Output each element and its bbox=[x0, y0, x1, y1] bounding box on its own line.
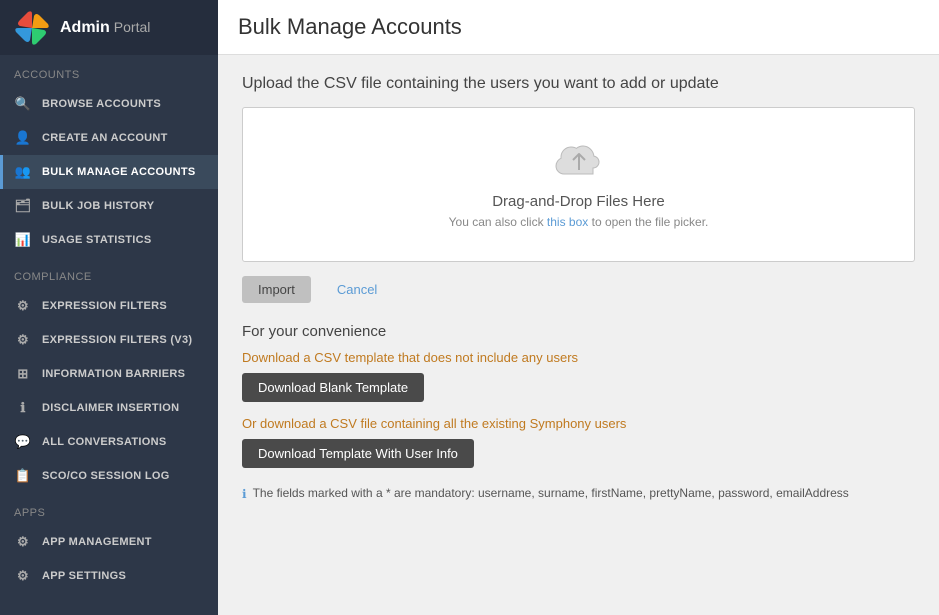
brand-admin: Admin bbox=[60, 19, 110, 37]
sidebar-item-label: Create an Account bbox=[42, 132, 168, 144]
filter-icon: ⚙ bbox=[14, 297, 32, 315]
barrier-icon: ⊞ bbox=[14, 365, 32, 383]
sidebar-item-label: Bulk Job History bbox=[42, 200, 154, 212]
dropzone-sub-suffix: to open the file picker. bbox=[588, 215, 708, 229]
folder-icon: 🗂 bbox=[14, 197, 32, 215]
conversation-icon: 💬 bbox=[14, 433, 32, 451]
logo-icon bbox=[14, 10, 50, 46]
upload-title: Upload the CSV file containing the users… bbox=[242, 75, 915, 93]
sidebar-item-label: App Management bbox=[42, 536, 152, 548]
sidebar-section-accounts: Accounts 🔍 Browse Accounts 👤 Create an A… bbox=[0, 55, 218, 257]
sidebar-item-information-barriers[interactable]: ⊞ Information Barriers bbox=[0, 357, 218, 391]
sidebar-item-label: Disclaimer Insertion bbox=[42, 402, 179, 414]
sidebar-item-disclaimer-insertion[interactable]: ℹ Disclaimer Insertion bbox=[0, 391, 218, 425]
sidebar-item-label: App Settings bbox=[42, 570, 126, 582]
info-icon: ℹ bbox=[242, 487, 247, 501]
chart-icon: 📊 bbox=[14, 231, 32, 249]
log-icon: 📋 bbox=[14, 467, 32, 485]
search-icon: 🔍 bbox=[14, 95, 32, 113]
download-blank-template-button[interactable]: Download Blank Template bbox=[242, 373, 424, 402]
sidebar-item-usage-statistics[interactable]: 📊 Usage Statistics bbox=[0, 223, 218, 257]
sidebar-item-label: Expression Filters (V3) bbox=[42, 334, 192, 346]
sidebar-item-expression-filters[interactable]: ⚙ Expression Filters bbox=[0, 289, 218, 323]
section-label-apps: Apps bbox=[0, 493, 218, 525]
sidebar-item-label: Expression Filters bbox=[42, 300, 167, 312]
action-buttons: Import Cancel bbox=[242, 276, 915, 303]
sidebar-header: Admin Portal bbox=[0, 0, 218, 55]
user-icon: 👤 bbox=[14, 129, 32, 147]
disclaimer-icon: ℹ bbox=[14, 399, 32, 417]
sidebar-section-apps: Apps ⚙ App Management ⚙ App Settings bbox=[0, 493, 218, 593]
sidebar-item-label: Information Barriers bbox=[42, 368, 185, 380]
sidebar-item-label: Usage Statistics bbox=[42, 234, 152, 246]
sidebar-item-bulk-manage[interactable]: 👥 Bulk Manage Accounts bbox=[0, 155, 218, 189]
sidebar-item-sco-session-log[interactable]: 📋 SCO/CO Session Log bbox=[0, 459, 218, 493]
cancel-button[interactable]: Cancel bbox=[321, 276, 393, 303]
sidebar-item-label: SCO/CO Session Log bbox=[42, 470, 170, 482]
main-content: Bulk Manage Accounts Upload the CSV file… bbox=[218, 0, 939, 615]
sidebar-item-label: Browse Accounts bbox=[42, 98, 161, 110]
user-template-desc: Or download a CSV file containing all th… bbox=[242, 416, 915, 431]
sidebar-item-expression-filters-v3[interactable]: ⚙ Expression Filters (V3) bbox=[0, 323, 218, 357]
convenience-title: For your convenience bbox=[242, 323, 915, 340]
sidebar-item-browse-accounts[interactable]: 🔍 Browse Accounts bbox=[0, 87, 218, 121]
dropzone-sub-text: You can also click this box to open the … bbox=[449, 215, 709, 229]
main-header: Bulk Manage Accounts bbox=[218, 0, 939, 55]
sidebar-item-app-management[interactable]: ⚙ App Management bbox=[0, 525, 218, 559]
sidebar-section-compliance: Compliance ⚙ Expression Filters ⚙ Expres… bbox=[0, 257, 218, 493]
dropzone-main-text: Drag-and-Drop Files Here bbox=[492, 193, 665, 210]
sidebar-item-label: All Conversations bbox=[42, 436, 166, 448]
section-label-accounts: Accounts bbox=[0, 55, 218, 87]
app-settings-icon: ⚙ bbox=[14, 567, 32, 585]
import-button[interactable]: Import bbox=[242, 276, 311, 303]
sidebar-item-all-conversations[interactable]: 💬 All Conversations bbox=[0, 425, 218, 459]
mandatory-note: ℹ The fields marked with a * are mandato… bbox=[242, 486, 915, 501]
app-mgmt-icon: ⚙ bbox=[14, 533, 32, 551]
dropzone-sub-prefix: You can also click bbox=[449, 215, 547, 229]
sidebar: Admin Portal Accounts 🔍 Browse Accounts … bbox=[0, 0, 218, 615]
dropzone-link[interactable]: this box bbox=[547, 215, 588, 229]
blank-template-desc: Download a CSV template that does not in… bbox=[242, 350, 915, 365]
upload-icon bbox=[555, 140, 603, 183]
download-user-template-button[interactable]: Download Template With User Info bbox=[242, 439, 474, 468]
mandatory-note-text: The fields marked with a * are mandatory… bbox=[253, 486, 849, 500]
filter-v3-icon: ⚙ bbox=[14, 331, 32, 349]
page-title: Bulk Manage Accounts bbox=[238, 14, 919, 40]
section-label-compliance: Compliance bbox=[0, 257, 218, 289]
sidebar-item-bulk-job-history[interactable]: 🗂 Bulk Job History bbox=[0, 189, 218, 223]
sidebar-item-label: Bulk Manage Accounts bbox=[42, 166, 195, 178]
file-drop-zone[interactable]: Drag-and-Drop Files Here You can also cl… bbox=[242, 107, 915, 262]
sidebar-item-app-settings[interactable]: ⚙ App Settings bbox=[0, 559, 218, 593]
sidebar-item-create-account[interactable]: 👤 Create an Account bbox=[0, 121, 218, 155]
main-body: Upload the CSV file containing the users… bbox=[218, 55, 939, 615]
sidebar-brand: Admin Portal bbox=[60, 19, 150, 37]
users-icon: 👥 bbox=[14, 163, 32, 181]
brand-portal: Portal bbox=[114, 19, 151, 35]
convenience-section: For your convenience Download a CSV temp… bbox=[242, 323, 915, 501]
